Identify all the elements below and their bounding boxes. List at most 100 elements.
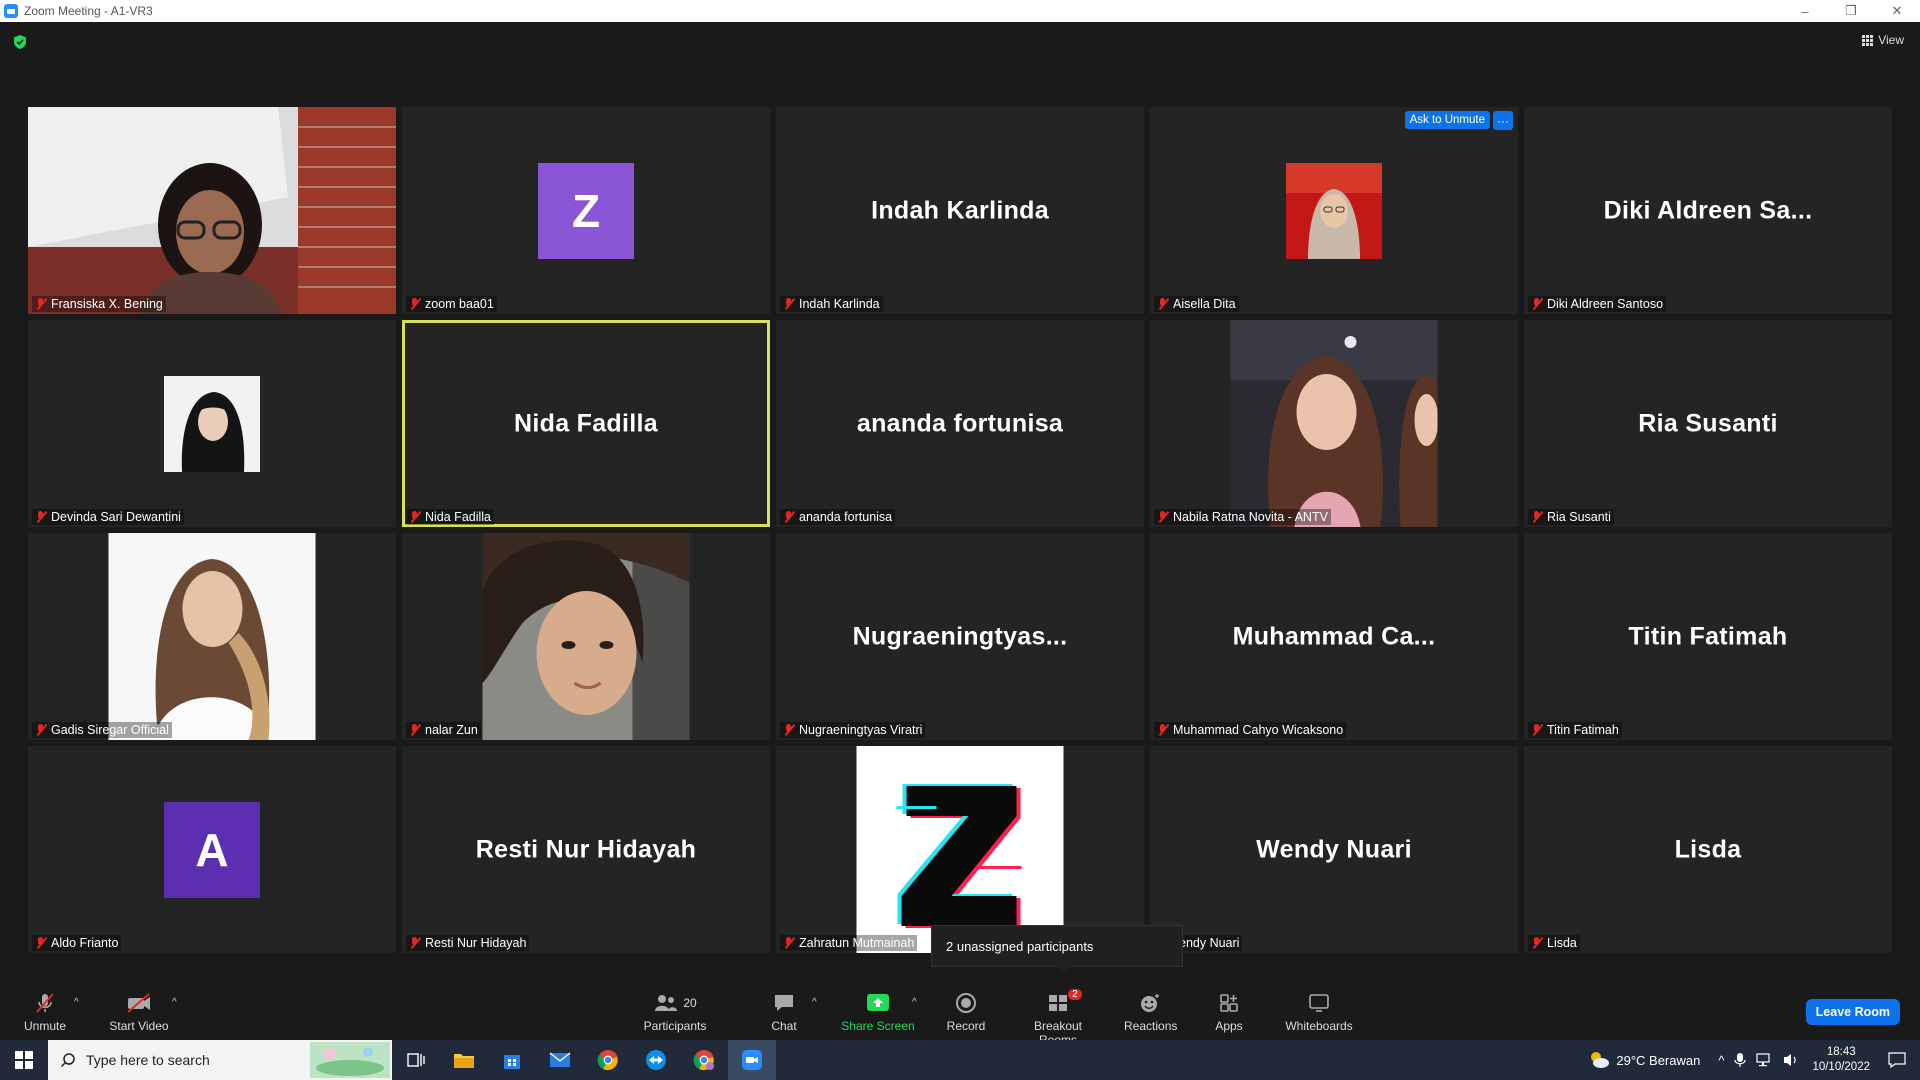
muted-mic-icon (35, 936, 47, 950)
apps-icon (1220, 994, 1238, 1012)
video-tile[interactable]: Muhammad Ca... Muhammad Cahyo Wicaksono (1150, 533, 1518, 740)
restore-button[interactable]: ❐ (1828, 0, 1874, 22)
participant-label: Gadis Siregar Official (32, 722, 172, 738)
video-tile[interactable]: Lisda Lisda (1524, 746, 1892, 953)
view-button[interactable]: View (1862, 33, 1904, 47)
weather-text[interactable]: 29°C Berawan (1616, 1053, 1700, 1068)
clock-date: 10/10/2022 (1812, 1061, 1870, 1073)
network-icon[interactable] (1756, 1053, 1774, 1067)
participants-count: 20 (683, 996, 697, 1010)
system-tray: 29°C Berawan ^ 18:43 10/10/2022 (1588, 1040, 1920, 1080)
profile-picture (108, 533, 316, 740)
chrome-profile-button[interactable] (680, 1040, 728, 1080)
share-options-caret[interactable]: ^ (912, 997, 917, 1008)
video-tile[interactable]: Z zoom baa01 (402, 107, 770, 314)
muted-microphone-icon (36, 993, 54, 1013)
participant-label: zoom baa01 (406, 296, 497, 312)
start-video-button[interactable]: Start Video (106, 991, 172, 1033)
task-view-icon (407, 1053, 425, 1067)
more-options-button[interactable]: ··· (1493, 111, 1513, 130)
participants-button[interactable]: 20 Participants (640, 991, 710, 1033)
file-explorer-button[interactable] (440, 1040, 488, 1080)
video-tile[interactable]: Indah Karlinda Indah Karlinda (776, 107, 1144, 314)
chat-icon (775, 995, 793, 1011)
start-button[interactable] (0, 1040, 48, 1080)
window-title: Zoom Meeting - A1-VR3 (24, 4, 153, 18)
muted-mic-icon (35, 297, 47, 311)
video-tile[interactable]: nalar Zun (402, 533, 770, 740)
store-button[interactable] (488, 1040, 536, 1080)
breakout-rooms-button[interactable]: 2 Breakout Rooms (1014, 989, 1102, 1047)
video-tile[interactable]: Nugraeningtyas... Nugraeningtyas Viratri (776, 533, 1144, 740)
leave-room-button[interactable]: Leave Room (1805, 999, 1900, 1025)
zoom-taskbar-button[interactable] (728, 1040, 776, 1080)
volume-icon[interactable] (1782, 1052, 1800, 1068)
ask-to-unmute-button[interactable]: Ask to Unmute (1404, 111, 1490, 129)
notifications-icon[interactable] (1888, 1052, 1906, 1068)
breakout-badge: 2 (1068, 989, 1082, 1000)
security-shield-icon[interactable] (12, 34, 28, 50)
video-tile[interactable]: Devinda Sari Dewantini (28, 320, 396, 527)
teamviewer-button[interactable] (632, 1040, 680, 1080)
participant-label: Muhammad Cahyo Wicaksono (1154, 722, 1347, 738)
zoom-app-icon (4, 4, 18, 18)
participant-label: endy Nuari (1176, 935, 1243, 951)
profile-picture (856, 746, 1064, 953)
clock[interactable]: 18:43 10/10/2022 (1812, 1045, 1870, 1075)
unmute-button[interactable]: Unmute (20, 991, 70, 1033)
breakout-tooltip: 2 unassigned participants (931, 925, 1183, 973)
video-options-caret[interactable]: ^ (172, 997, 177, 1008)
profile-picture (482, 533, 690, 740)
participant-display-name: ananda fortunisa (856, 409, 1064, 437)
chat-options-caret[interactable]: ^ (812, 997, 817, 1008)
video-tile[interactable]: Ask to Unmute ··· Aisella Dita (1150, 107, 1518, 314)
audio-options-caret[interactable]: ^ (74, 997, 79, 1008)
participant-label: Nabila Ratna Novita - ANTV (1154, 509, 1331, 525)
participants-icon (655, 995, 678, 1011)
video-tile[interactable]: Gadis Siregar Official (28, 533, 396, 740)
participant-label: Resti Nur Hidayah (406, 935, 530, 951)
share-screen-icon (867, 994, 889, 1011)
avatar: A (164, 801, 260, 898)
whiteboards-button[interactable]: Whiteboards (1284, 991, 1354, 1033)
video-tile[interactable]: Diki Aldreen Sa... Diki Aldreen Santoso (1524, 107, 1892, 314)
teamviewer-icon (646, 1050, 666, 1070)
microphone-icon[interactable] (1734, 1052, 1747, 1068)
video-tile[interactable]: Wendy Nuari endy Nuari (1150, 746, 1518, 953)
participant-label: Zahratun Mutmainah (780, 935, 918, 951)
windows-logo-icon (15, 1051, 33, 1069)
video-tile[interactable]: Nabila Ratna Novita - ANTV (1150, 320, 1518, 527)
mail-button[interactable] (536, 1040, 584, 1080)
minimize-button[interactable]: – (1782, 0, 1828, 22)
video-tile[interactable]: Resti Nur Hidayah Resti Nur Hidayah (402, 746, 770, 953)
task-view-button[interactable] (392, 1040, 440, 1080)
reactions-button[interactable]: Reactions (1124, 991, 1177, 1033)
video-tile[interactable]: Titin Fatimah Titin Fatimah (1524, 533, 1892, 740)
participant-label: Devinda Sari Dewantini (32, 509, 184, 525)
video-tile[interactable]: Ria Susanti Ria Susanti (1524, 320, 1892, 527)
apps-button[interactable]: Apps (1214, 991, 1244, 1033)
search-placeholder: Type here to search (86, 1052, 210, 1068)
video-tile[interactable]: A Aldo Frianto (28, 746, 396, 953)
participant-display-name: Wendy Nuari (1256, 835, 1412, 863)
show-hidden-icons[interactable]: ^ (1718, 1053, 1724, 1068)
taskbar-search-box[interactable]: Type here to search (48, 1040, 392, 1080)
video-tile[interactable]: ananda fortunisa ananda fortunisa (776, 320, 1144, 527)
muted-mic-icon (1157, 297, 1169, 311)
close-button[interactable]: ✕ (1874, 0, 1920, 22)
active-speaker-tile[interactable]: Nida Fadilla Nida Fadilla (402, 320, 770, 527)
participant-display-name: Nida Fadilla (514, 409, 658, 437)
video-tile[interactable]: Fransiska X. Bening (28, 107, 396, 314)
chrome-button[interactable] (584, 1040, 632, 1080)
record-button[interactable]: Record (944, 991, 988, 1033)
video-tile[interactable]: Zahratun Mutmainah (776, 746, 1144, 953)
share-screen-button[interactable]: Share Screen (840, 991, 916, 1033)
muted-mic-icon (1157, 510, 1169, 524)
muted-mic-icon (783, 723, 795, 737)
chat-button[interactable]: Chat (766, 991, 802, 1033)
folder-icon (454, 1054, 474, 1068)
participant-label: Fransiska X. Bening (32, 296, 166, 312)
chrome-profile-icon (693, 1050, 714, 1071)
muted-mic-icon (783, 936, 795, 950)
participant-display-name: Lisda (1674, 835, 1742, 863)
